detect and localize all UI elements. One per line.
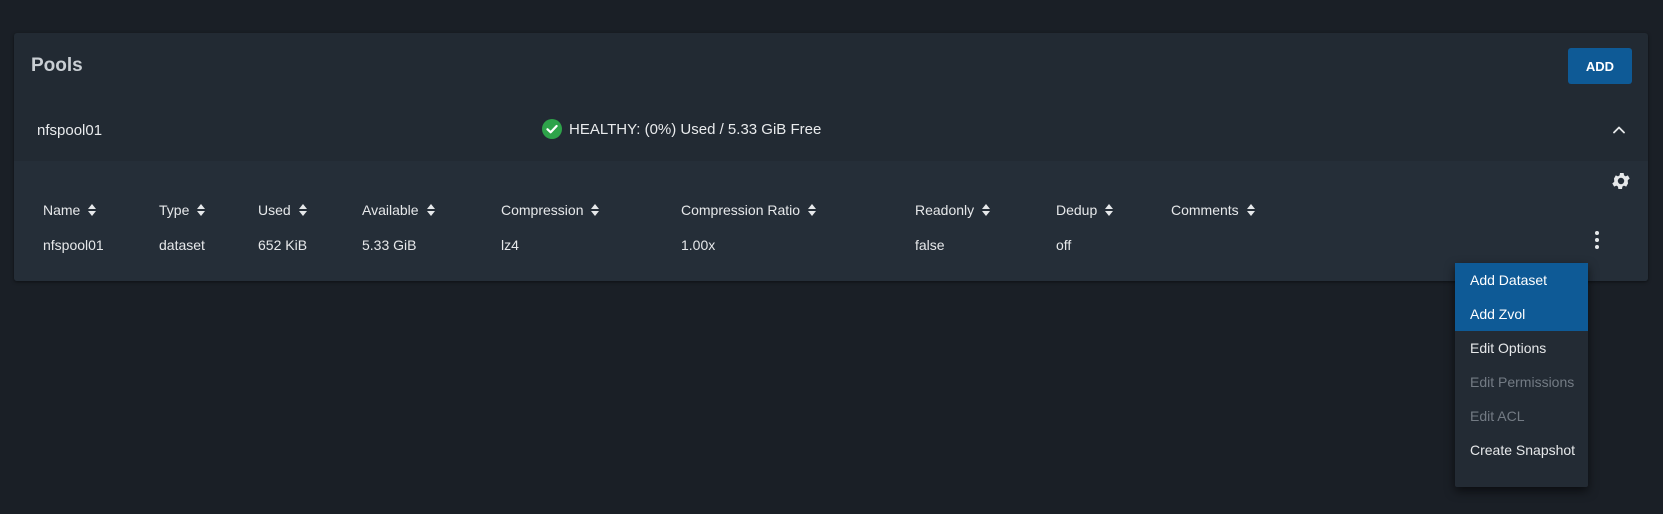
sort-icon xyxy=(808,204,817,216)
card-title: Pools xyxy=(31,55,83,76)
cell-available: 5.33 GiB xyxy=(362,237,417,253)
add-pool-button[interactable]: ADD xyxy=(1568,48,1632,84)
sort-icon xyxy=(197,204,206,216)
pool-name: nfspool01 xyxy=(37,122,103,139)
sort-icon xyxy=(1246,204,1255,216)
chevron-up-icon[interactable] xyxy=(1610,121,1628,139)
column-header-comments[interactable]: Comments xyxy=(1171,202,1256,218)
check-circle-icon xyxy=(542,119,562,139)
sort-icon xyxy=(982,204,991,216)
menu-item-add-zvol[interactable]: Add Zvol xyxy=(1455,297,1588,331)
cell-compression-ratio: 1.00x xyxy=(681,237,716,253)
column-header-compression[interactable]: Compression xyxy=(501,202,600,218)
menu-item-edit-acl: Edit ACL xyxy=(1470,408,1525,424)
column-header-available[interactable]: Available xyxy=(362,202,436,218)
dataset-table: Name Type Used Available Compression Com… xyxy=(14,161,1648,281)
menu-item-edit-permissions: Edit Permissions xyxy=(1470,374,1575,390)
sort-icon xyxy=(88,204,97,216)
pools-card: Pools ADD nfspool01 HEALTHY: (0%) Used /… xyxy=(14,33,1648,281)
sort-icon xyxy=(426,204,435,216)
pool-status-text: HEALTHY: (0%) Used / 5.33 GiB Free xyxy=(569,120,822,138)
column-header-type[interactable]: Type xyxy=(159,202,206,218)
sort-icon xyxy=(591,204,600,216)
sort-icon xyxy=(1105,204,1114,216)
column-header-dedup[interactable]: Dedup xyxy=(1056,202,1114,218)
row-actions-icon[interactable] xyxy=(1590,229,1604,251)
column-header-readonly[interactable]: Readonly xyxy=(915,202,991,218)
cell-dedup: off xyxy=(1056,237,1072,253)
gear-icon[interactable] xyxy=(1610,170,1632,192)
cell-compression: lz4 xyxy=(501,237,519,253)
menu-item-edit-options[interactable]: Edit Options xyxy=(1455,331,1588,365)
cell-used: 652 KiB xyxy=(258,237,308,253)
column-header-compression-ratio[interactable]: Compression Ratio xyxy=(681,202,817,218)
column-header-used[interactable]: Used xyxy=(258,202,308,218)
pool-status: HEALTHY: (0%) Used / 5.33 GiB Free xyxy=(542,119,821,139)
menu-item-create-snapshot[interactable]: Create Snapshot xyxy=(1455,433,1588,467)
row-actions-menu: Add Dataset Add Zvol Edit Options Edit P… xyxy=(1455,263,1588,487)
menu-item-add-dataset[interactable]: Add Dataset xyxy=(1455,263,1588,297)
column-header-name[interactable]: Name xyxy=(43,202,97,218)
cell-type: dataset xyxy=(159,237,205,253)
cell-readonly: false xyxy=(915,237,945,253)
sort-icon xyxy=(298,204,307,216)
cell-name: nfspool01 xyxy=(43,237,104,253)
pool-row[interactable]: nfspool01 HEALTHY: (0%) Used / 5.33 GiB … xyxy=(14,103,1648,161)
